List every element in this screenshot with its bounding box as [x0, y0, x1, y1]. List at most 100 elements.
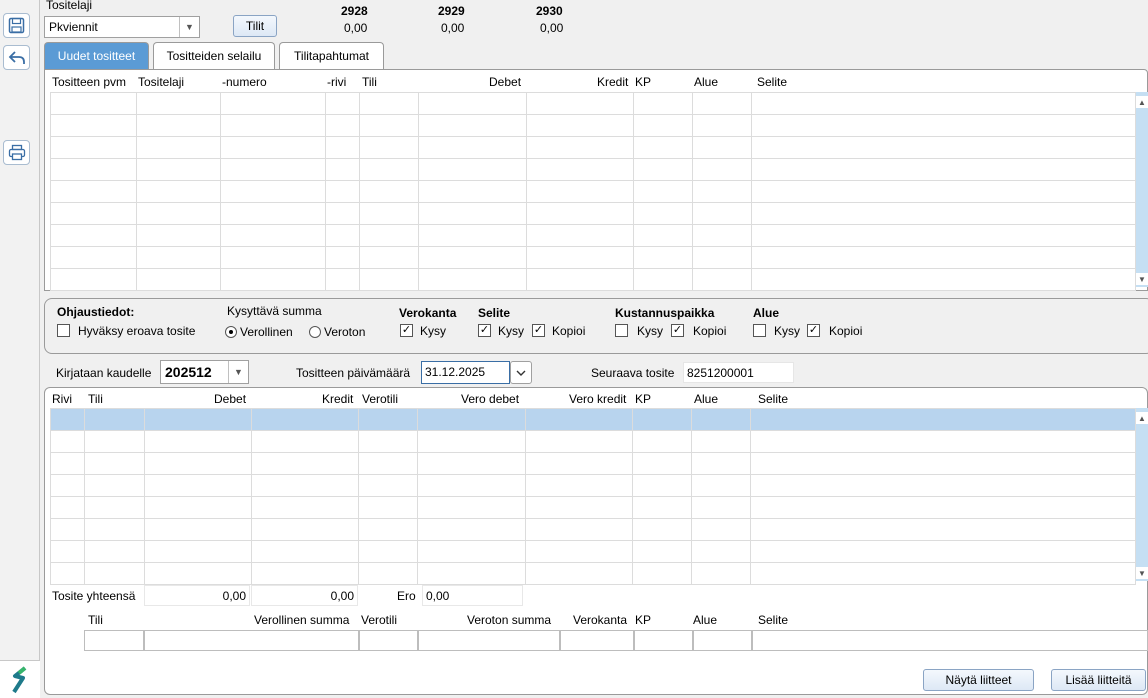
print-icon[interactable]	[3, 140, 30, 165]
table-cell[interactable]	[692, 92, 753, 115]
table-cell[interactable]	[50, 430, 85, 453]
table-cell[interactable]	[417, 136, 527, 159]
table-cell[interactable]	[416, 430, 526, 453]
table-cell[interactable]	[417, 202, 527, 225]
table-cell[interactable]	[691, 430, 752, 453]
table-cell[interactable]	[632, 540, 693, 563]
tilit-button[interactable]: Tilit	[233, 15, 277, 37]
table-cell[interactable]	[632, 518, 693, 541]
table-cell[interactable]	[692, 224, 753, 247]
table-cell[interactable]	[358, 224, 419, 247]
table-row[interactable]	[50, 562, 1136, 585]
table-cell[interactable]	[632, 430, 693, 453]
scroll-up-icon[interactable]: ▲	[1136, 96, 1148, 108]
table-cell[interactable]	[143, 496, 252, 519]
table-cell[interactable]	[417, 158, 527, 181]
table-cell[interactable]	[50, 114, 137, 137]
table-cell[interactable]	[250, 474, 359, 497]
table-cell[interactable]	[633, 202, 694, 225]
table-cell[interactable]	[50, 224, 137, 247]
table-cell[interactable]	[358, 92, 419, 115]
table-cell[interactable]	[50, 136, 137, 159]
table-cell[interactable]	[324, 224, 360, 247]
table-cell[interactable]	[416, 562, 526, 585]
table-cell[interactable]	[692, 246, 753, 269]
table-cell[interactable]	[357, 430, 418, 453]
table-cell[interactable]	[250, 562, 359, 585]
table-cell[interactable]	[750, 496, 1136, 519]
table-cell[interactable]	[50, 518, 85, 541]
table-cell[interactable]	[83, 474, 145, 497]
table-cell[interactable]	[525, 136, 635, 159]
table-cell[interactable]	[219, 246, 326, 269]
entry-verotili-input[interactable]	[359, 630, 418, 651]
table-cell[interactable]	[50, 268, 137, 291]
table-cell[interactable]	[324, 158, 360, 181]
table-cell[interactable]	[692, 180, 753, 203]
table-row[interactable]	[50, 136, 1136, 159]
entry-verollinen-summa-input[interactable]	[144, 630, 359, 651]
table-cell[interactable]	[135, 224, 221, 247]
tab-tositteiden-selailu[interactable]: Tositteiden selailu	[153, 42, 275, 69]
table-row[interactable]	[50, 158, 1136, 181]
veroton-radio[interactable]	[309, 326, 321, 338]
lower-grid[interactable]	[50, 408, 1136, 585]
table-cell[interactable]	[524, 562, 634, 585]
table-cell[interactable]	[691, 452, 752, 475]
table-cell[interactable]	[135, 246, 221, 269]
table-row[interactable]	[50, 246, 1136, 269]
upper-grid[interactable]	[50, 92, 1136, 291]
table-cell[interactable]	[632, 408, 693, 431]
table-cell[interactable]	[692, 158, 753, 181]
table-cell[interactable]	[525, 246, 635, 269]
table-cell[interactable]	[250, 452, 359, 475]
table-cell[interactable]	[524, 452, 634, 475]
table-cell[interactable]	[219, 114, 326, 137]
table-cell[interactable]	[524, 474, 634, 497]
undo-icon[interactable]	[3, 45, 30, 70]
table-cell[interactable]	[324, 246, 360, 269]
table-cell[interactable]	[135, 268, 221, 291]
tab-uudet-tositteet[interactable]: Uudet tositteet	[44, 42, 149, 69]
selite-kopioi-checkbox[interactable]: ✓	[532, 324, 545, 337]
table-cell[interactable]	[50, 158, 137, 181]
kp-kysy-checkbox[interactable]	[615, 324, 628, 337]
table-cell[interactable]	[751, 268, 1136, 291]
table-cell[interactable]	[324, 136, 360, 159]
table-cell[interactable]	[250, 408, 359, 431]
table-cell[interactable]	[633, 136, 694, 159]
table-cell[interactable]	[632, 496, 693, 519]
table-cell[interactable]	[525, 92, 635, 115]
table-cell[interactable]	[358, 202, 419, 225]
table-cell[interactable]	[83, 408, 145, 431]
scroll-down-icon[interactable]: ▼	[1136, 273, 1148, 285]
table-cell[interactable]	[143, 452, 252, 475]
chevron-down-icon[interactable]: ▼	[228, 361, 248, 383]
table-cell[interactable]	[357, 496, 418, 519]
table-row[interactable]	[50, 268, 1136, 291]
table-cell[interactable]	[135, 136, 221, 159]
table-cell[interactable]	[50, 408, 85, 431]
table-cell[interactable]	[416, 496, 526, 519]
save-icon[interactable]	[3, 13, 30, 38]
table-cell[interactable]	[417, 180, 527, 203]
table-row[interactable]	[50, 518, 1136, 541]
chevron-down-icon[interactable]	[511, 362, 531, 383]
table-cell[interactable]	[50, 474, 85, 497]
table-cell[interactable]	[357, 540, 418, 563]
table-cell[interactable]	[632, 474, 693, 497]
table-cell[interactable]	[633, 180, 694, 203]
table-cell[interactable]	[358, 246, 419, 269]
table-cell[interactable]	[416, 474, 526, 497]
table-cell[interactable]	[83, 496, 145, 519]
table-cell[interactable]	[50, 180, 137, 203]
table-cell[interactable]	[525, 202, 635, 225]
table-cell[interactable]	[50, 246, 137, 269]
table-cell[interactable]	[751, 224, 1136, 247]
table-cell[interactable]	[219, 202, 326, 225]
table-cell[interactable]	[358, 268, 419, 291]
table-cell[interactable]	[83, 518, 145, 541]
table-cell[interactable]	[250, 430, 359, 453]
table-cell[interactable]	[358, 158, 419, 181]
entry-selite-input[interactable]	[752, 630, 1148, 651]
